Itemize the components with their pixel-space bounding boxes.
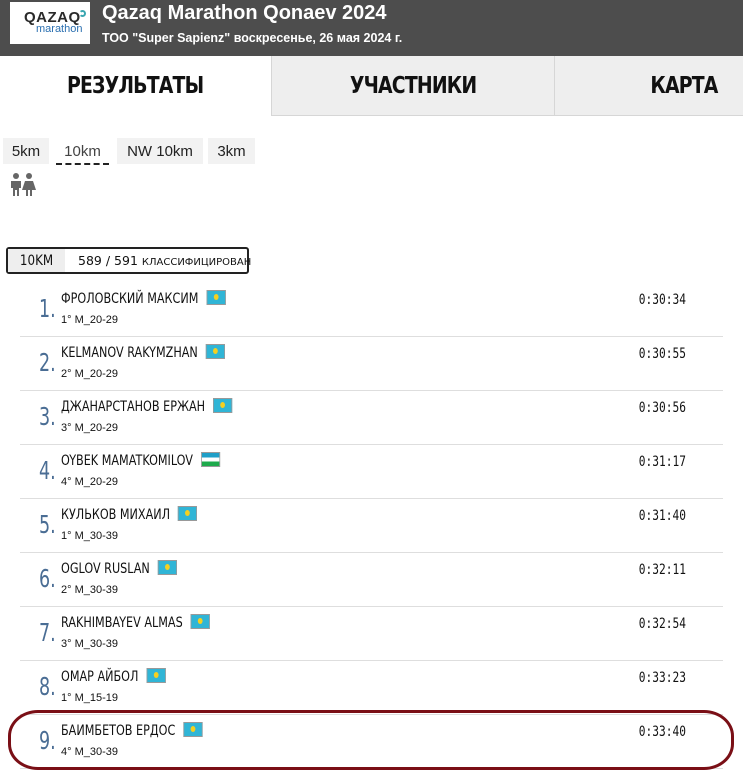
event-header: QAZAQ marathon Qazaq Marathon Qonaev 202… [0, 0, 743, 56]
runner-name-line: КУЛЬКОВ МИХАИЛ [61, 506, 198, 523]
count-separator: / [105, 253, 111, 268]
finish-time: 0:32:54 [638, 616, 686, 632]
rank-number: 6. [39, 564, 56, 593]
tab-participants-label: УЧАСТНИКИ [349, 72, 477, 99]
distance-filter-5km[interactable]: 5km [3, 138, 49, 164]
tab-participants[interactable]: УЧАСТНИКИ [271, 56, 554, 116]
finish-time: 0:32:11 [638, 562, 686, 578]
result-row[interactable]: 3. ДЖАНАРСТАНОВ ЕРЖАН 3° M_20-29 0:30:56 [20, 393, 723, 445]
result-row[interactable]: 2. KELMANOV RAKYMZHAN 2° M_20-29 0:30:55 [20, 339, 723, 391]
distance-filter-3km[interactable]: 3km [208, 138, 255, 164]
logo-swirl-icon [79, 10, 86, 17]
category-rank: 4° M_20-29 [61, 476, 118, 488]
category-rank: 3° M_30-39 [61, 638, 118, 650]
distance-filter-nw-10km[interactable]: NW 10km [117, 138, 203, 164]
people-icon[interactable] [8, 172, 38, 196]
kazakhstan-flag-icon [183, 722, 203, 737]
main-tabs: РЕЗУЛЬТАТЫ УЧАСТНИКИ КАРТА [0, 56, 743, 116]
kazakhstan-flag-icon [146, 668, 166, 683]
rank-number: 1. [39, 294, 56, 323]
runner-name-line: KELMANOV RAKYMZHAN [61, 344, 225, 361]
rank-number: 4. [39, 456, 56, 485]
kazakhstan-flag-icon [205, 344, 225, 359]
rank-number: 2. [39, 348, 56, 377]
finish-time: 0:30:56 [638, 400, 686, 416]
classification-summary: 10KM 589 / 591 КЛАССИФИЦИРОВАН [6, 247, 251, 274]
runner-name[interactable]: ФРОЛОВСКИЙ МАКСИМ [61, 291, 198, 307]
finish-time: 0:33:23 [638, 670, 686, 686]
runner-name-line: ДЖАНАРСТАНОВ ЕРЖАН [61, 398, 233, 415]
summary-distance: 10KM [8, 249, 65, 272]
kazakhstan-flag-icon [157, 560, 178, 575]
runner-name[interactable]: OGLOV RUSLAN [61, 561, 150, 577]
tab-results-label: РЕЗУЛЬТАТЫ [67, 73, 204, 99]
rank-number: 3. [39, 402, 56, 431]
finish-time: 0:31:17 [638, 454, 686, 470]
distance-filter-10km[interactable]: 10km [55, 138, 110, 165]
runner-name[interactable]: ДЖАНАРСТАНОВ ЕРЖАН [61, 399, 205, 415]
category-rank: 1° M_20-29 [61, 314, 118, 326]
runner-name[interactable]: ОМАР АЙБОЛ [61, 669, 138, 685]
runner-name[interactable]: КУЛЬКОВ МИХАИЛ [61, 507, 170, 523]
kazakhstan-flag-icon [190, 614, 210, 629]
rank-number: 5. [39, 510, 56, 539]
uzbekistan-flag-icon [200, 452, 221, 467]
summary-counts: 589 / 591 КЛАССИФИЦИРОВАН [78, 253, 251, 268]
rank-number: 7. [39, 618, 56, 647]
logo-subtext: marathon [36, 23, 83, 35]
event-subtitle: ТОО "Super Sapienz" воскресенье, 26 мая … [102, 31, 403, 45]
runner-name-line: БАИМБЕТОВ ЕРДОС [61, 722, 203, 739]
runner-name-line: RAKHIMBAYEV ALMAS [61, 614, 210, 631]
tab-results[interactable]: РЕЗУЛЬТАТЫ [0, 56, 271, 116]
category-rank: 1° M_15-19 [61, 692, 118, 704]
finish-time: 0:31:40 [638, 508, 686, 524]
runner-name-line: ФРОЛОВСКИЙ МАКСИМ [61, 290, 226, 307]
runner-name[interactable]: БАИМБЕТОВ ЕРДОС [61, 723, 175, 739]
runner-name[interactable]: OYBEK MAMATKOMILOV [61, 453, 193, 469]
result-row[interactable]: 9. БАИМБЕТОВ ЕРДОС 4° M_30-39 0:33:40 [20, 717, 723, 769]
result-row[interactable]: 8. ОМАР АЙБОЛ 1° M_15-19 0:33:23 [20, 663, 723, 715]
event-logo[interactable]: QAZAQ marathon [10, 2, 90, 44]
result-row[interactable]: 4. OYBEK MAMATKOMILOV 4° M_20-29 0:31:17 [20, 447, 723, 499]
tab-map[interactable]: КАРТА [554, 56, 743, 116]
result-row[interactable]: 1. ФРОЛОВСКИЙ МАКСИМ 1° M_20-29 0:30:34 [20, 285, 723, 337]
category-rank: 1° M_30-39 [61, 530, 118, 542]
finish-time: 0:30:55 [638, 346, 686, 362]
runner-name-line: OGLOV RUSLAN [61, 560, 178, 577]
runner-name-line: ОМАР АЙБОЛ [61, 668, 166, 685]
finish-time: 0:33:40 [638, 724, 686, 740]
category-rank: 4° M_30-39 [61, 746, 118, 758]
runner-name-line: OYBEK MAMATKOMILOV [61, 452, 221, 469]
result-row[interactable]: 6. OGLOV RUSLAN 2° M_30-39 0:32:11 [20, 555, 723, 607]
runner-name[interactable]: KELMANOV RAKYMZHAN [61, 345, 198, 361]
category-rank: 3° M_20-29 [61, 422, 118, 434]
summary-distance-label: 10KM [19, 252, 54, 269]
tab-map-label: КАРТА [650, 72, 718, 99]
runner-name[interactable]: RAKHIMBAYEV ALMAS [61, 615, 183, 631]
result-row[interactable]: 5. КУЛЬКОВ МИХАИЛ 1° M_30-39 0:31:40 [20, 501, 723, 553]
category-rank: 2° M_30-39 [61, 584, 118, 596]
total-count: 591 [114, 253, 138, 268]
rank-number: 9. [39, 726, 56, 755]
category-rank: 2° M_20-29 [61, 368, 118, 380]
kazakhstan-flag-icon [213, 398, 233, 413]
classified-count: 589 [78, 253, 102, 268]
kazakhstan-flag-icon [178, 506, 198, 521]
event-title: Qazaq Marathon Qonaev 2024 [102, 2, 387, 24]
classified-label: КЛАССИФИЦИРОВАН [141, 257, 252, 268]
result-row[interactable]: 7. RAKHIMBAYEV ALMAS 3° M_30-39 0:32:54 [20, 609, 723, 661]
kazakhstan-flag-icon [206, 290, 226, 305]
rank-number: 8. [39, 672, 56, 701]
finish-time: 0:30:34 [638, 292, 686, 308]
